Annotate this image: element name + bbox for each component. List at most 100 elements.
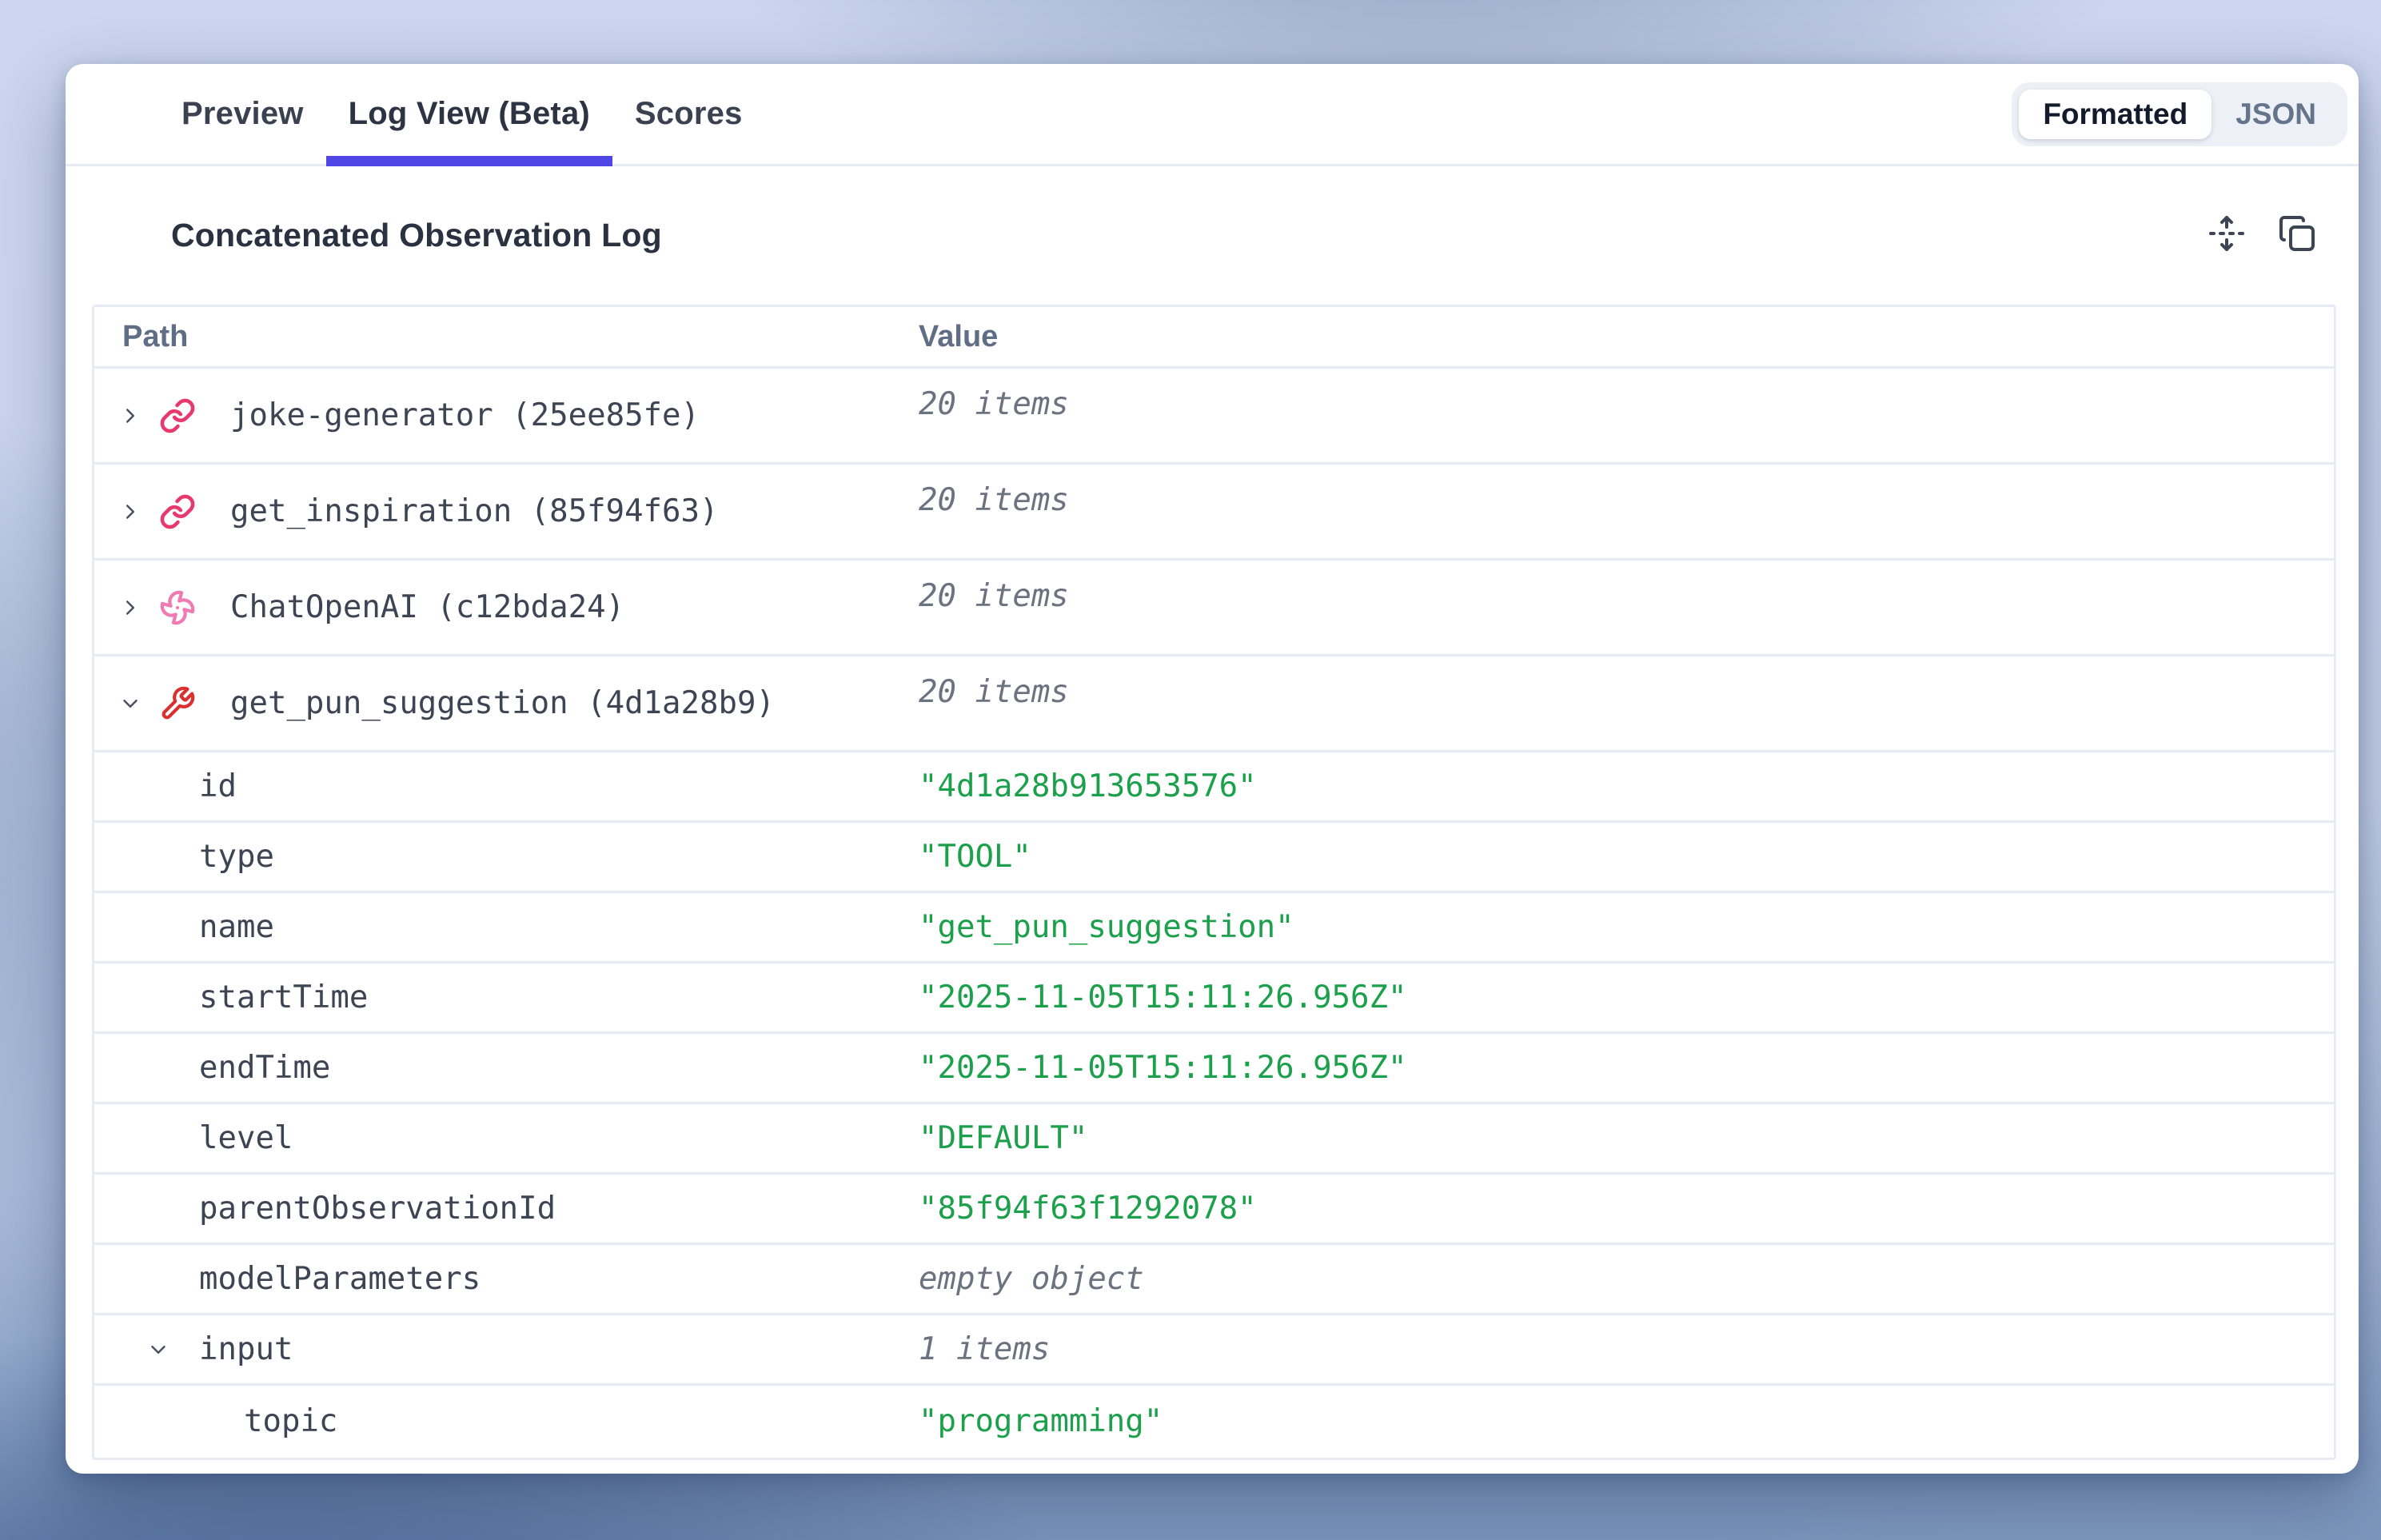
value-cell: 20 items <box>919 656 2334 750</box>
chevron-right-icon[interactable] <box>118 500 142 524</box>
table-row-topic[interactable]: topic "programming" <box>94 1386 2334 1456</box>
link-icon <box>159 397 196 434</box>
path-label: get_pun_suggestion (4d1a28b9) <box>230 685 775 721</box>
path-cell: type <box>94 823 919 891</box>
path-cell: parentObservationId <box>94 1175 919 1243</box>
path-label: id <box>199 768 237 804</box>
value-cell: "TOOL" <box>919 823 2334 891</box>
observation-log-table: Path Value joke-generator (25ee85fe) 20 i… <box>92 305 2336 1460</box>
value-string: "4d1a28b913653576" <box>919 768 1257 804</box>
path-label: endTime <box>199 1050 330 1086</box>
table-row-type[interactable]: type "TOOL" <box>94 823 2334 893</box>
table-row-joke-generator-25ee85fe-[interactable]: joke-generator (25ee85fe) 20 items <box>94 369 2334 465</box>
tabs-bar: PreviewLog View (Beta)Scores FormattedJS… <box>66 64 2359 166</box>
column-header-path: Path <box>94 320 919 354</box>
link-icon <box>159 493 196 530</box>
path-label: name <box>199 909 274 945</box>
table-row-startTime[interactable]: startTime "2025-11-05T15:11:26.956Z" <box>94 963 2334 1034</box>
path-cell: get_pun_suggestion (4d1a28b9) <box>94 656 919 750</box>
path-cell: ChatOpenAI (c12bda24) <box>94 561 919 654</box>
tab-scores[interactable]: Scores <box>612 64 765 164</box>
value-string: "2025-11-05T15:11:26.956Z" <box>919 1050 1406 1086</box>
value-string: "TOOL" <box>919 839 1031 875</box>
path-label: get_inspiration (85f94f63) <box>230 493 718 529</box>
value-string: "get_pun_suggestion" <box>919 909 1294 945</box>
value-string: "85f94f63f1292078" <box>919 1191 1257 1227</box>
path-label: joke-generator (25ee85fe) <box>230 397 700 433</box>
log-view-card: PreviewLog View (Beta)Scores FormattedJS… <box>66 64 2359 1474</box>
value-cell: "DEFAULT" <box>919 1104 2334 1172</box>
path-cell: level <box>94 1104 919 1172</box>
value-summary: 20 items <box>919 482 1069 518</box>
panel-title: Concatenated Observation Log <box>171 217 662 254</box>
path-cell: topic <box>94 1386 919 1456</box>
table-row-ChatOpenAI-c12bda24-[interactable]: ChatOpenAI (c12bda24) 20 items <box>94 561 2334 656</box>
table-row-get-pun-suggestion-4d1a28b9-[interactable]: get_pun_suggestion (4d1a28b9) 20 items <box>94 656 2334 752</box>
value-string: "programming" <box>919 1403 1163 1439</box>
chevron-down-icon[interactable] <box>146 1338 170 1362</box>
copy-icon <box>2278 214 2316 257</box>
value-cell: 20 items <box>919 465 2334 558</box>
expand-collapse-all-button[interactable] <box>2207 216 2247 256</box>
toggle-option-json[interactable]: JSON <box>2211 90 2340 139</box>
path-cell: startTime <box>94 963 919 1031</box>
fan-icon <box>159 589 196 626</box>
unfold-vertical-icon <box>2208 214 2246 257</box>
chevron-right-icon[interactable] <box>118 404 142 428</box>
panel-header-actions <box>2207 216 2317 256</box>
panel-header: Concatenated Observation Log <box>66 166 2359 305</box>
table-body: joke-generator (25ee85fe)20 itemsget_ins… <box>94 369 2334 1456</box>
value-string: "2025-11-05T15:11:26.956Z" <box>919 979 1406 1015</box>
table-row-input[interactable]: input 1 items <box>94 1315 2334 1386</box>
copy-log-button[interactable] <box>2277 216 2317 256</box>
value-cell: 20 items <box>919 561 2334 654</box>
path-cell: id <box>94 752 919 820</box>
path-cell: name <box>94 893 919 961</box>
value-summary: 20 items <box>919 578 1069 614</box>
path-cell: joke-generator (25ee85fe) <box>94 369 919 462</box>
value-cell: "4d1a28b913653576" <box>919 752 2334 820</box>
value-cell: 1 items <box>919 1315 2334 1383</box>
table-row-modelParameters[interactable]: modelParameters empty object <box>94 1245 2334 1315</box>
value-string: "DEFAULT" <box>919 1120 1087 1156</box>
path-label: type <box>199 839 274 875</box>
table-row-level[interactable]: level "DEFAULT" <box>94 1104 2334 1175</box>
value-summary: 20 items <box>919 386 1069 422</box>
path-cell: input <box>94 1315 919 1383</box>
tab-preview[interactable]: Preview <box>159 64 326 164</box>
toggle-option-formatted[interactable]: Formatted <box>2019 90 2211 139</box>
table-header-row: Path Value <box>94 307 2334 369</box>
value-summary: 20 items <box>919 674 1069 710</box>
path-label: parentObservationId <box>199 1191 556 1227</box>
path-cell: modelParameters <box>94 1245 919 1313</box>
chevron-down-icon[interactable] <box>118 692 142 716</box>
path-cell: get_inspiration (85f94f63) <box>94 465 919 558</box>
table-row-name[interactable]: name "get_pun_suggestion" <box>94 893 2334 963</box>
column-header-value: Value <box>919 320 2334 354</box>
table-row-get-inspiration-85f94f63-[interactable]: get_inspiration (85f94f63) 20 items <box>94 465 2334 561</box>
value-cell: "85f94f63f1292078" <box>919 1175 2334 1243</box>
path-label: input <box>199 1331 293 1367</box>
value-cell: empty object <box>919 1245 2334 1313</box>
value-summary: 1 items <box>919 1331 1050 1367</box>
path-label: startTime <box>199 979 368 1015</box>
value-cell: "2025-11-05T15:11:26.956Z" <box>919 1034 2334 1102</box>
table-row-parentObservationId[interactable]: parentObservationId "85f94f63f1292078" <box>94 1175 2334 1245</box>
chevron-right-icon[interactable] <box>118 596 142 620</box>
value-cell: 20 items <box>919 369 2334 462</box>
table-row-endTime[interactable]: endTime "2025-11-05T15:11:26.956Z" <box>94 1034 2334 1104</box>
wrench-icon <box>159 685 196 722</box>
value-cell: "get_pun_suggestion" <box>919 893 2334 961</box>
path-label: level <box>199 1120 293 1156</box>
path-label: ChatOpenAI (c12bda24) <box>230 589 624 625</box>
path-cell: endTime <box>94 1034 919 1102</box>
path-label: modelParameters <box>199 1261 481 1297</box>
tab-list: PreviewLog View (Beta)Scores <box>159 64 765 164</box>
path-label: topic <box>244 1403 337 1439</box>
value-cell: "programming" <box>919 1386 2334 1456</box>
tab-log-view-beta[interactable]: Log View (Beta) <box>326 64 612 164</box>
view-format-toggle: FormattedJSON <box>2012 82 2347 146</box>
value-cell: "2025-11-05T15:11:26.956Z" <box>919 963 2334 1031</box>
table-row-id[interactable]: id "4d1a28b913653576" <box>94 752 2334 823</box>
value-summary: empty object <box>919 1261 1144 1297</box>
